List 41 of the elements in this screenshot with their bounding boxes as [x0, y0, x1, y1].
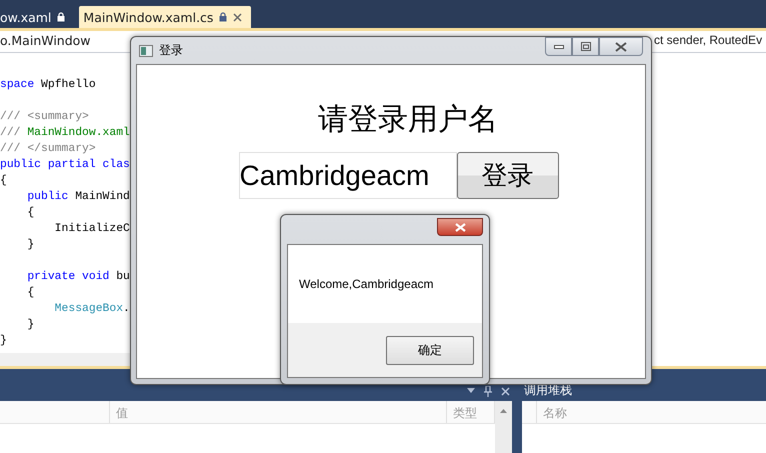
ok-button[interactable]: 确定	[386, 336, 474, 364]
editor-tab[interactable]: ow.xaml	[0, 6, 74, 28]
code-line: public partial clas	[0, 158, 130, 173]
code-line: }	[26, 238, 34, 253]
scroll-up-icon[interactable]	[500, 409, 507, 413]
window-icon	[139, 44, 153, 56]
prompt-label: 请登录用户名	[318, 101, 498, 139]
pin-icon[interactable]	[484, 386, 492, 396]
code-line: /// MainWindow.xaml	[0, 126, 130, 141]
horizontal-scrollbar[interactable]	[0, 353, 130, 366]
member-dropdown[interactable]: ct sender, RoutedEv	[653, 31, 766, 52]
username-field[interactable]: Cambridgeacm	[238, 152, 456, 199]
code-line: {	[0, 174, 7, 189]
vertical-scrollbar[interactable]	[495, 401, 512, 453]
login-button[interactable]: 登录	[456, 152, 558, 199]
maximize-icon	[580, 42, 590, 51]
close-button[interactable]	[437, 218, 483, 236]
minimize-button[interactable]	[545, 37, 572, 56]
close-icon	[615, 42, 627, 52]
code-line: MessageBox.	[54, 302, 130, 317]
close-icon	[454, 222, 466, 232]
code-line: /// </summary>	[0, 142, 96, 157]
maximize-button[interactable]	[572, 37, 599, 56]
code-line: public MainWind	[26, 190, 130, 205]
minimize-icon	[554, 44, 564, 48]
close-button[interactable]	[599, 37, 643, 56]
code-line: {	[26, 206, 34, 221]
code-line: /// <summary>	[0, 110, 89, 125]
code-line: private void bu	[26, 270, 130, 285]
code-line: InitializeC	[54, 222, 130, 237]
message-text: Welcome,Cambridgeacm	[299, 277, 434, 291]
close-icon[interactable]	[501, 386, 510, 396]
type-dropdown[interactable]: o.MainWindow	[0, 31, 128, 52]
dropdown-icon[interactable]	[467, 388, 475, 394]
close-icon[interactable]	[233, 12, 242, 22]
code-line: {	[26, 286, 34, 301]
window-title: 登录	[159, 42, 183, 59]
editor-tab[interactable]: MainWindow.xaml.cs	[79, 6, 252, 28]
code-line: }	[26, 318, 34, 333]
code-line: space Wpfhello	[0, 78, 96, 93]
code-line: }	[0, 334, 7, 349]
